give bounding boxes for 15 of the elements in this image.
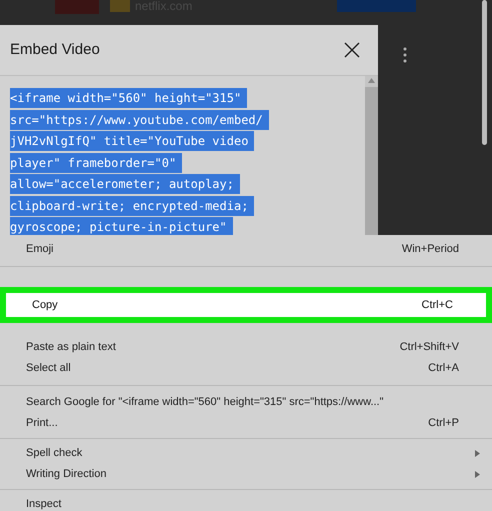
- menu-item[interactable]: Emoji Win+Period: [0, 239, 492, 260]
- menu-item[interactable]: Print... Ctrl+P: [0, 413, 492, 434]
- menu-item[interactable]: Spell check: [0, 443, 492, 464]
- menu-item[interactable]: Select all Ctrl+A: [0, 358, 492, 379]
- menu-item[interactable]: Paste as plain text Ctrl+Shift+V: [0, 337, 492, 358]
- menu-item[interactable]: Inspect: [0, 494, 492, 511]
- menu-item[interactable]: Search Google for "<iframe width="560" height="315" src="https://www...": [0, 392, 492, 413]
- menu-item[interactable]: Writing Direction: [0, 464, 492, 485]
- more-icon[interactable]: [403, 47, 407, 63]
- dialog-title: Embed Video: [10, 40, 100, 60]
- page-scrollbar[interactable]: [482, 0, 487, 145]
- close-icon[interactable]: [344, 42, 360, 58]
- menu-item[interactable]: Copy Ctrl+C: [0, 287, 492, 323]
- scroll-up-icon[interactable]: [368, 78, 375, 83]
- site-icon: [110, 0, 130, 12]
